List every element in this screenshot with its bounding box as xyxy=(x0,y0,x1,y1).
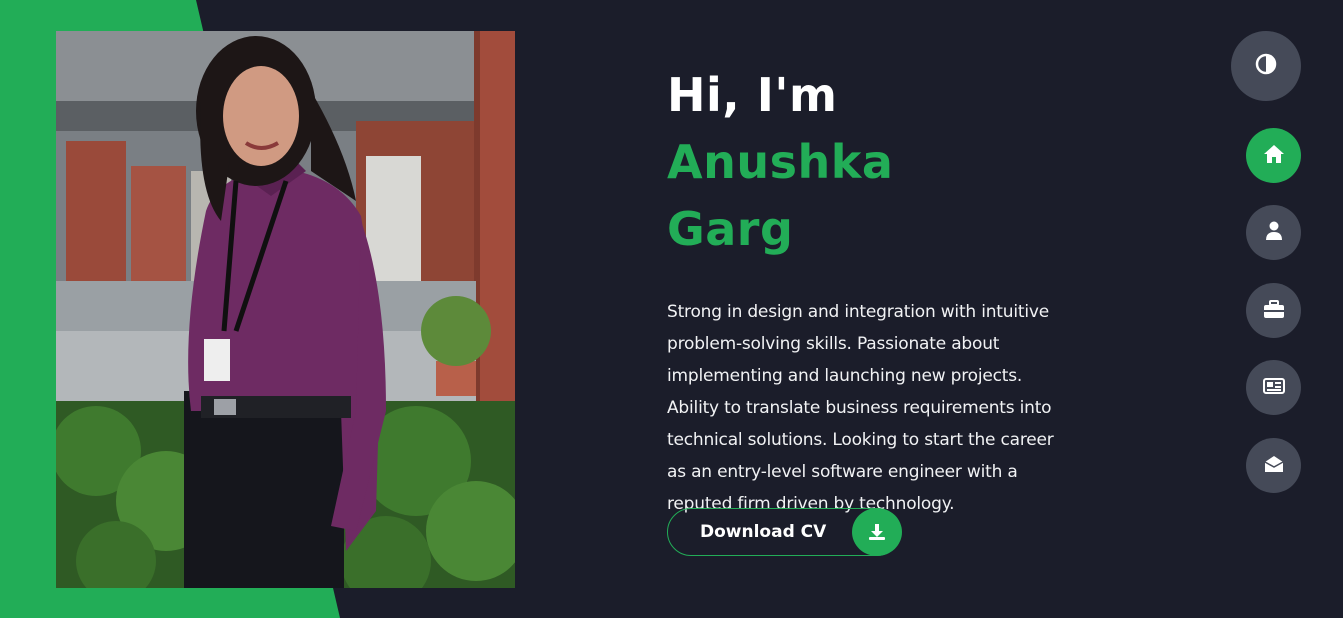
briefcase-icon xyxy=(1263,299,1285,323)
nav-contact-button[interactable] xyxy=(1246,438,1301,493)
profile-photo xyxy=(56,31,515,588)
download-icon xyxy=(852,508,902,556)
nav-blog-button[interactable] xyxy=(1246,360,1301,415)
theme-toggle-button[interactable] xyxy=(1231,31,1301,101)
home-icon xyxy=(1263,144,1285,168)
hero-content: Hi, I'm Anushka Garg Strong in design an… xyxy=(667,62,1067,520)
nav-portfolio-button[interactable] xyxy=(1246,283,1301,338)
first-name: Anushka xyxy=(667,135,894,189)
nav-about-button[interactable] xyxy=(1246,205,1301,260)
last-name: Garg xyxy=(667,202,794,256)
greeting: Hi, I'm xyxy=(667,68,838,122)
newspaper-icon xyxy=(1262,377,1285,399)
nav-home-button[interactable] xyxy=(1246,128,1301,183)
envelope-open-icon xyxy=(1264,454,1284,478)
user-icon xyxy=(1265,221,1283,245)
download-cv-button[interactable]: Download CV xyxy=(667,508,902,556)
download-cv-label: Download CV xyxy=(700,522,827,542)
bio-text: Strong in design and integration with in… xyxy=(667,302,1054,514)
contrast-icon xyxy=(1255,53,1277,79)
hero-headline: Hi, I'm Anushka Garg xyxy=(667,62,1067,263)
